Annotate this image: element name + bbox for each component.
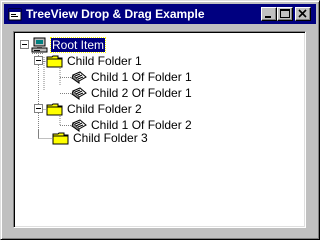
document-icon	[71, 87, 87, 100]
tree-view[interactable]: Root Item Child Folder 1 Child 1 Of Fold…	[13, 31, 306, 228]
maximize-button[interactable]	[277, 7, 293, 21]
folder-icon	[52, 132, 69, 145]
folder-icon	[46, 103, 63, 116]
tree-node-document[interactable]: Child 1 Of Folder 1	[70, 69, 240, 85]
tree-node-label: Child 2 Of Folder 1	[91, 86, 192, 100]
tree-node-label: Root Item	[49, 37, 107, 53]
close-button[interactable]	[295, 7, 311, 21]
tree-node-folder[interactable]: Child Folder 2	[34, 101, 174, 117]
minimize-button[interactable]	[261, 7, 277, 21]
tree-node-folder[interactable]: Child Folder 3	[52, 130, 182, 146]
collapse-toggle[interactable]	[34, 104, 43, 113]
tree-node-root[interactable]: Root Item	[14, 37, 134, 53]
collapse-toggle[interactable]	[20, 40, 29, 49]
tree-node-label: Child Folder 3	[73, 131, 148, 145]
folder-icon	[46, 55, 63, 68]
collapse-toggle[interactable]	[34, 56, 43, 65]
main-window: TreeView Drop & Drag Example Root Item C…	[0, 0, 320, 240]
tree-node-label: Child Folder 1	[67, 54, 142, 68]
tree-node-label: Child Folder 2	[67, 102, 142, 116]
minimize-icon	[265, 16, 271, 18]
computer-icon	[31, 37, 48, 53]
maximize-icon	[280, 9, 290, 18]
app-icon	[8, 8, 22, 21]
title-bar[interactable]: TreeView Drop & Drag Example	[4, 4, 316, 24]
close-icon	[298, 9, 307, 18]
document-icon	[71, 71, 87, 84]
tree-node-document[interactable]: Child 2 Of Folder 1	[70, 85, 240, 101]
tree-node-folder[interactable]: Child Folder 1	[34, 53, 174, 69]
tree-node-label: Child 1 Of Folder 1	[91, 70, 192, 84]
window-title: TreeView Drop & Drag Example	[26, 7, 205, 21]
